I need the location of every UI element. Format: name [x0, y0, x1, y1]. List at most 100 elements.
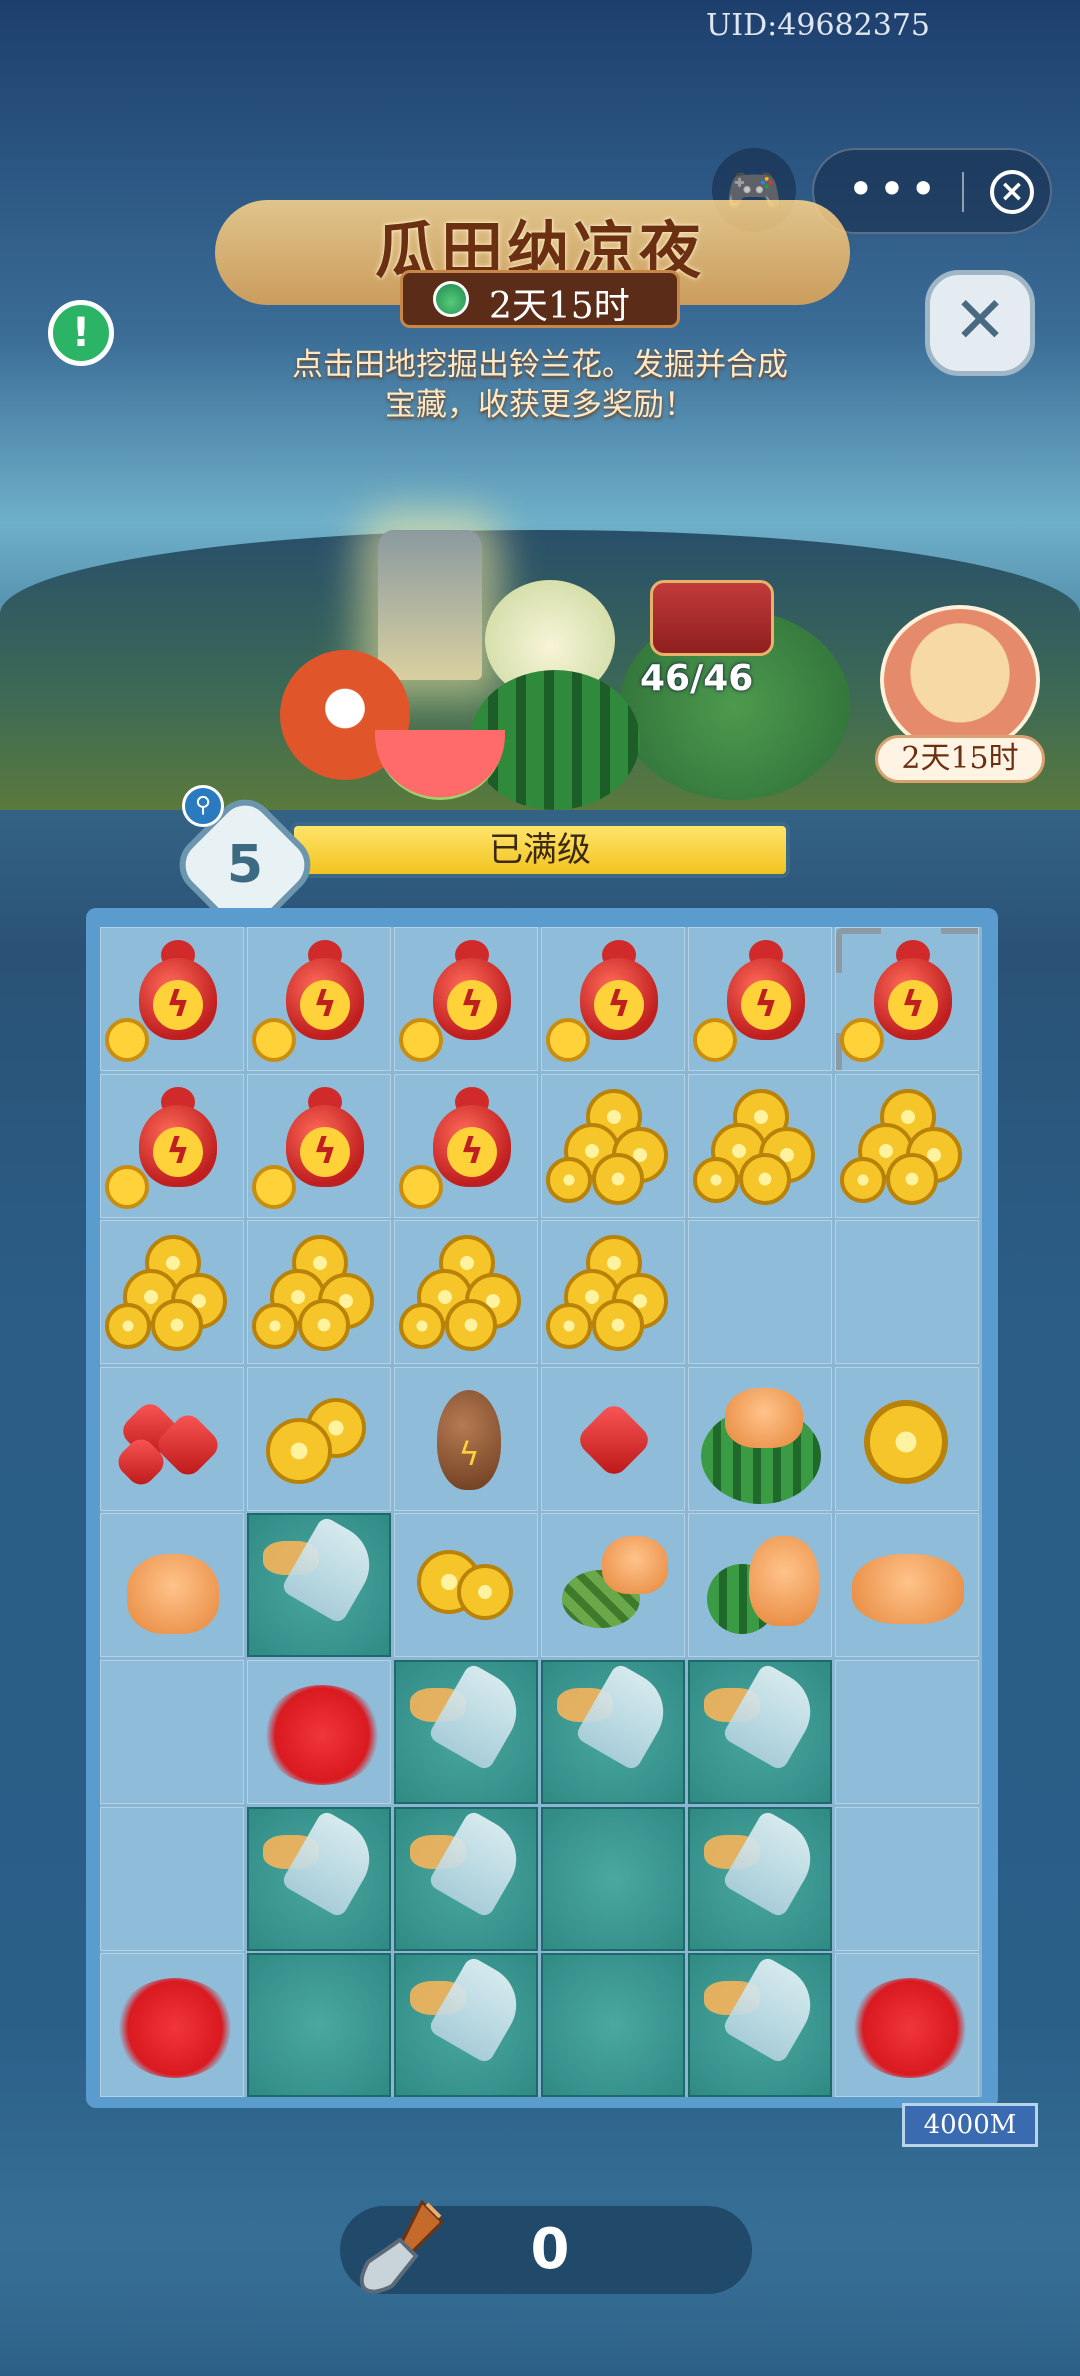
lightning-icon: ϟ	[153, 1126, 203, 1177]
energy-gourd-icon: ϟ	[836, 928, 978, 1070]
water-drop-icon	[433, 281, 469, 317]
coin-pile-cell[interactable]	[541, 1073, 685, 1218]
coin-piece	[592, 1152, 644, 1205]
scribble-mark-cell[interactable]	[835, 1953, 979, 2098]
close-icon: ✕	[953, 284, 1007, 358]
soil-cell[interactable]	[247, 1806, 391, 1951]
coin-stack-cell[interactable]	[247, 1366, 391, 1511]
brown-gourd-icon: ϟ	[437, 1389, 501, 1490]
coin-piece	[592, 1299, 644, 1352]
soil-cell[interactable]	[394, 1806, 538, 1951]
melon-cat-cell[interactable]	[688, 1513, 832, 1658]
energy-gourd-cell[interactable]: ϟ	[835, 927, 979, 1071]
close-button[interactable]: ✕	[925, 270, 1035, 376]
lying-cat-cell[interactable]	[835, 1513, 979, 1658]
coin-piece	[252, 1018, 296, 1062]
energy-gourd-cell[interactable]: ϟ	[541, 927, 685, 1071]
lightning-icon: ϟ	[888, 980, 938, 1030]
shovel-tag-icon	[721, 1808, 825, 1919]
cat-icon	[725, 1387, 803, 1448]
empty-cell[interactable]	[835, 1660, 979, 1804]
scribble-mark-cell[interactable]	[100, 1953, 244, 2098]
energy-gourd-icon: ϟ	[101, 1075, 243, 1217]
shovel-tag-icon	[721, 1955, 825, 2065]
shovel-tag-icon	[280, 1808, 384, 1919]
soil-cell[interactable]	[541, 1806, 685, 1951]
depth-label: 4000M	[902, 2103, 1038, 2147]
coin-pile-cell[interactable]	[247, 1220, 391, 1365]
coin-piece	[840, 1156, 886, 1203]
cat-event-icon[interactable]	[880, 605, 1040, 755]
scroll-reward-icon[interactable]	[650, 580, 774, 656]
coin-piece	[693, 1018, 737, 1062]
soil-cell[interactable]	[688, 1953, 832, 2098]
scribble-mark-cell[interactable]	[247, 1660, 391, 1804]
coin-piece	[457, 1564, 513, 1621]
info-icon[interactable]: !	[48, 300, 114, 366]
red-scribble-mark	[262, 1685, 382, 1785]
energy-gourd-cell[interactable]: ϟ	[100, 1073, 244, 1218]
single-coin-cell[interactable]	[835, 1366, 979, 1511]
shovel-tag-icon	[427, 1955, 531, 2065]
empty-cell[interactable]	[100, 1806, 244, 1951]
shovel-tag-icon	[574, 1662, 678, 1772]
energy-gourd-cell[interactable]: ϟ	[100, 927, 244, 1071]
uid-label: UID:49682375	[706, 8, 930, 43]
soil-cell[interactable]	[247, 1513, 391, 1658]
level-status: 已满级	[489, 830, 591, 870]
energy-gourd-icon: ϟ	[101, 928, 243, 1070]
soil-cell[interactable]	[688, 1660, 832, 1804]
empty-cell[interactable]	[100, 1660, 244, 1804]
empty-cell[interactable]	[835, 1806, 979, 1951]
coin-piece	[252, 1164, 296, 1209]
empty-cell[interactable]	[688, 1220, 832, 1365]
energy-gourd-cell[interactable]: ϟ	[247, 927, 391, 1071]
soil-cell[interactable]	[541, 1953, 685, 2098]
coin-pile-cell[interactable]	[541, 1220, 685, 1365]
sleeping-cat-cell[interactable]	[100, 1513, 244, 1658]
energy-gourd-cell[interactable]: ϟ	[394, 927, 538, 1071]
coin-piece	[252, 1303, 298, 1350]
coin-stack-icon	[248, 1368, 390, 1510]
coin-piece	[693, 1156, 739, 1203]
red-scribble-mark	[850, 1978, 970, 2079]
coin-pile-cell[interactable]	[835, 1073, 979, 1218]
brown-gourd-cell[interactable]: ϟ	[394, 1366, 538, 1511]
red-gem-cell[interactable]	[541, 1366, 685, 1511]
energy-gourd-cell[interactable]: ϟ	[688, 927, 832, 1071]
soil-cell[interactable]	[394, 1660, 538, 1804]
soil-cell[interactable]	[247, 1953, 391, 2098]
coin-piece	[399, 1164, 443, 1209]
magnifier-icon[interactable]: ⚲	[182, 785, 224, 827]
lightning-icon: ϟ	[447, 980, 497, 1030]
cat-icon	[602, 1536, 668, 1595]
shovel-tag-icon	[280, 1515, 384, 1626]
red-scribble-mark	[115, 1978, 235, 2079]
level-number: 5	[226, 835, 264, 895]
coin-piece	[105, 1164, 149, 1209]
coin-pile-cell[interactable]	[100, 1220, 244, 1365]
coin-pile-cell[interactable]	[394, 1220, 538, 1365]
description-line-2: 宝藏，收获更多奖励！	[385, 387, 695, 423]
shovel-tag-icon	[427, 1662, 531, 1772]
energy-gourd-cell[interactable]: ϟ	[247, 1073, 391, 1218]
coin-piece	[886, 1152, 938, 1205]
red-gems-cell[interactable]	[100, 1366, 244, 1511]
watermelon-cat-cell[interactable]	[688, 1366, 832, 1511]
turtle-cat-cell[interactable]	[541, 1513, 685, 1658]
red-gems-icon	[101, 1368, 243, 1510]
soil-cell[interactable]	[394, 1953, 538, 2098]
lightning-icon: ϟ	[447, 1126, 497, 1177]
coin-piece	[546, 1303, 592, 1350]
soil-cell[interactable]	[688, 1806, 832, 1951]
coin-piece	[546, 1018, 590, 1062]
coin-pile-cell[interactable]	[688, 1073, 832, 1218]
energy-gourd-icon: ϟ	[542, 928, 684, 1070]
event-timer-badge: 2天15时	[400, 270, 680, 328]
red-gem-icon	[574, 1400, 654, 1480]
two-coins-cell[interactable]	[394, 1513, 538, 1658]
energy-gourd-cell[interactable]: ϟ	[394, 1073, 538, 1218]
empty-cell[interactable]	[835, 1220, 979, 1365]
soil-cell[interactable]	[541, 1660, 685, 1804]
coin-piece	[266, 1417, 332, 1484]
